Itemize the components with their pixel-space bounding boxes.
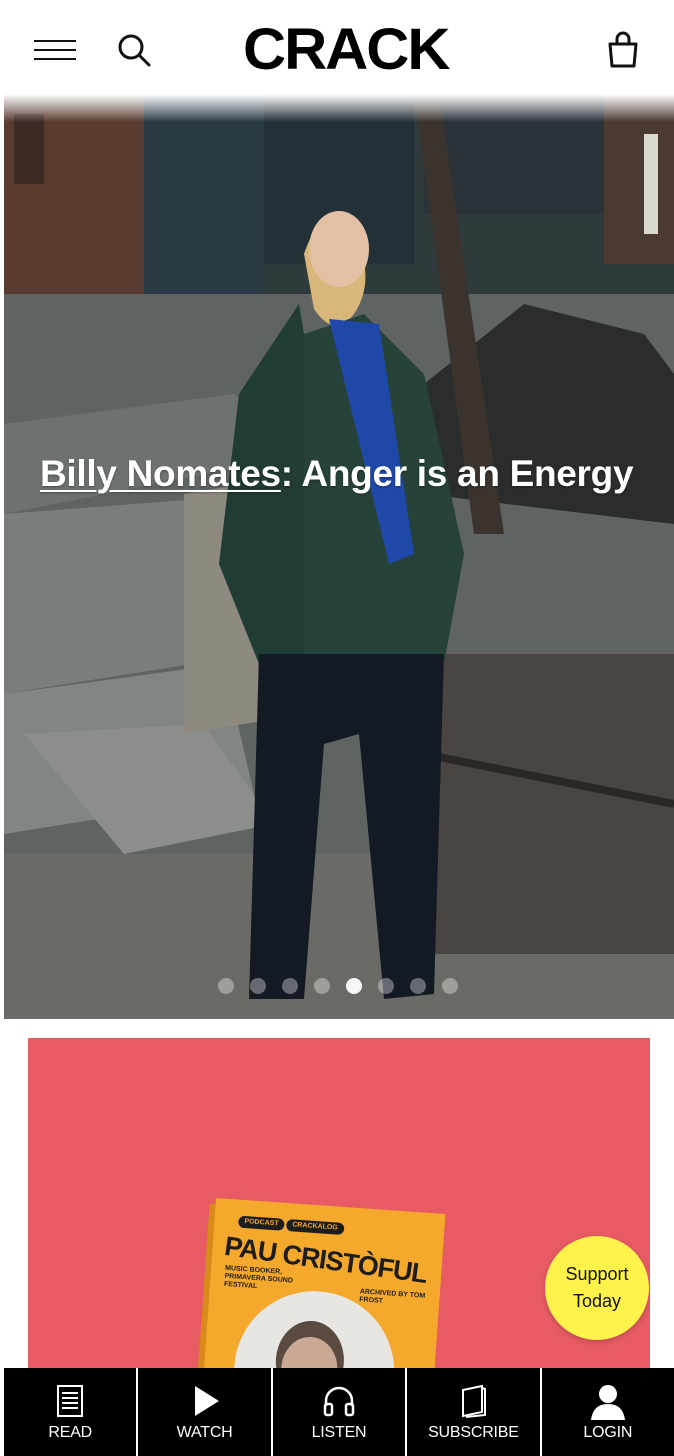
slide-dot[interactable] bbox=[250, 978, 266, 994]
magazine-icon bbox=[462, 1384, 487, 1418]
shopping-bag-icon[interactable] bbox=[607, 30, 639, 68]
nav-login[interactable]: LOGIN bbox=[539, 1368, 674, 1456]
podcast-tag: PODCAST bbox=[237, 1215, 285, 1231]
nav-read-label: READ bbox=[48, 1424, 93, 1441]
hero-headline-rest: : Anger is an Energy bbox=[280, 453, 634, 494]
slide-dot[interactable] bbox=[442, 978, 458, 994]
slide-dot[interactable] bbox=[218, 978, 234, 994]
support-line-1: Support bbox=[565, 1264, 629, 1284]
nav-listen[interactable]: LISTEN bbox=[270, 1368, 405, 1456]
nav-subscribe[interactable]: SUBSCRIBE bbox=[405, 1368, 539, 1456]
slide-dot[interactable] bbox=[378, 978, 394, 994]
nav-subscribe-label: SUBSCRIBE bbox=[428, 1424, 519, 1441]
site-logo[interactable]: CRACK bbox=[243, 21, 450, 79]
hero-artist-link[interactable]: Billy Nomates bbox=[40, 453, 281, 494]
app-frame: CRACK Billy Nomates: Anger is an Energy … bbox=[4, 4, 674, 1456]
podcast-cover-art: PODCAST CRACKALOG PAU CRISTÒFUL MUSIC BO… bbox=[199, 1198, 446, 1368]
slideshow-pagination bbox=[218, 978, 458, 994]
slide-dot[interactable] bbox=[282, 978, 298, 994]
crackalog-tag: CRACKALOG bbox=[285, 1218, 345, 1235]
headphones-icon bbox=[323, 1386, 355, 1417]
search-icon[interactable] bbox=[114, 30, 154, 70]
newspaper-icon bbox=[57, 1385, 84, 1417]
user-icon bbox=[590, 1385, 625, 1420]
nav-listen-label: LISTEN bbox=[311, 1424, 367, 1441]
slide-dot-active[interactable] bbox=[346, 978, 362, 994]
guest-subtitle: MUSIC BOOKER, PRIMAVERA SOUND FESTIVAL bbox=[223, 1264, 294, 1291]
nav-read[interactable]: READ bbox=[4, 1368, 136, 1456]
hamburger-menu-icon[interactable] bbox=[34, 36, 78, 64]
nav-watch-label: WATCH bbox=[176, 1424, 233, 1441]
hero-photo bbox=[4, 94, 674, 1019]
hero-top-fade bbox=[4, 94, 674, 122]
support-line-2: Today bbox=[572, 1291, 622, 1311]
bottom-navigation: READ WATCH LISTEN SUBSCRIBE LOGIN bbox=[4, 1368, 674, 1456]
hero-headline: Billy Nomates: Anger is an Energy bbox=[40, 452, 634, 496]
hero-slideshow[interactable]: Billy Nomates: Anger is an Energy bbox=[4, 94, 674, 1019]
nav-watch[interactable]: WATCH bbox=[136, 1368, 270, 1456]
site-header: CRACK bbox=[4, 4, 674, 94]
play-icon bbox=[194, 1386, 219, 1416]
support-today-button[interactable]: Support Today bbox=[545, 1236, 649, 1340]
archive-credit: ARCHIVED BY TOM FROST bbox=[359, 1288, 426, 1305]
slide-dot[interactable] bbox=[410, 978, 426, 994]
nav-login-label: LOGIN bbox=[583, 1424, 633, 1441]
slide-dot[interactable] bbox=[314, 978, 330, 994]
